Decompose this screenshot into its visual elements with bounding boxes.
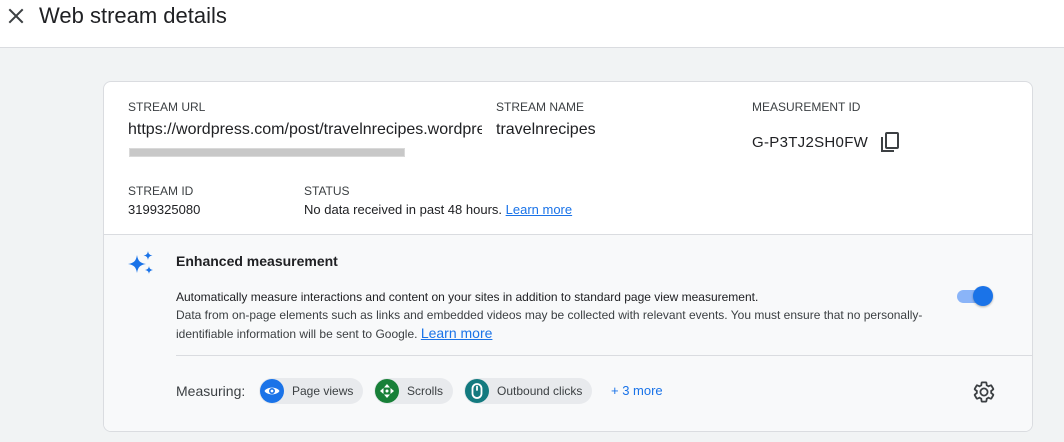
measurement-id-label: MEASUREMENT ID bbox=[752, 100, 861, 114]
measurement-id-value: G-P3TJ2SH0FW bbox=[752, 134, 869, 151]
page-title: Web stream details bbox=[39, 3, 227, 28]
enhanced-measurement-toggle[interactable] bbox=[957, 286, 993, 306]
stream-name-label: STREAM NAME bbox=[496, 100, 585, 114]
sparkle-icon bbox=[128, 251, 153, 274]
enhanced-measurement-title: Enhanced measurement bbox=[176, 253, 338, 269]
enhanced-measurement-section: Enhanced measurement Automatically measu… bbox=[104, 234, 1032, 431]
chip-label: Scrolls bbox=[407, 384, 444, 398]
status-value: No data received in past 48 hours. bbox=[304, 202, 503, 217]
stream-id-value: 3199325080 bbox=[128, 202, 201, 217]
header-bar: Web stream details bbox=[0, 0, 1064, 48]
toggle-knob bbox=[973, 286, 993, 306]
measuring-label: Measuring: bbox=[176, 383, 246, 399]
section-divider bbox=[176, 355, 1032, 356]
chip-label: Outbound clicks bbox=[497, 384, 583, 398]
copy-button[interactable] bbox=[878, 130, 902, 154]
stream-id-label: STREAM ID bbox=[128, 184, 194, 198]
stream-url-label: STREAM URL bbox=[128, 100, 206, 114]
chip-label: Page views bbox=[292, 384, 354, 398]
mouse-icon bbox=[465, 379, 489, 403]
enhanced-learn-more-link[interactable]: Learn more bbox=[421, 325, 493, 341]
enhanced-description-secondary: Data from on-page elements such as links… bbox=[176, 306, 956, 343]
status-learn-more-link[interactable]: Learn more bbox=[506, 202, 572, 217]
scroll-arrows-icon bbox=[375, 379, 399, 403]
status-label: STATUS bbox=[304, 184, 350, 198]
chip-outbound-clicks[interactable]: Outbound clicks bbox=[464, 378, 593, 404]
stream-name-value: travelnrecipes bbox=[496, 121, 596, 138]
eye-icon bbox=[260, 379, 284, 403]
enhanced-measurement-description: Automatically measure interactions and c… bbox=[176, 288, 956, 343]
url-scrollbar[interactable] bbox=[129, 148, 405, 157]
more-measurements-link[interactable]: + 3 more bbox=[611, 382, 663, 399]
chip-page-views[interactable]: Page views bbox=[259, 378, 364, 404]
gear-icon bbox=[973, 381, 995, 403]
close-button[interactable] bbox=[4, 4, 28, 28]
close-icon bbox=[8, 8, 24, 24]
enhanced-description-primary: Automatically measure interactions and c… bbox=[176, 290, 759, 304]
stream-url-container: https://wordpress.com/post/travelnrecipe… bbox=[128, 120, 482, 140]
status-value-row: No data received in past 48 hours. Learn… bbox=[304, 202, 572, 218]
chip-scrolls[interactable]: Scrolls bbox=[374, 378, 454, 404]
settings-button[interactable] bbox=[972, 380, 996, 404]
copy-icon bbox=[881, 132, 899, 152]
stream-details-card: STREAM URL https://wordpress.com/post/tr… bbox=[103, 81, 1033, 432]
stream-url-value: https://wordpress.com/post/travelnrecipe… bbox=[128, 121, 482, 138]
enhanced-description-text: Data from on-page elements such as links… bbox=[176, 308, 923, 341]
